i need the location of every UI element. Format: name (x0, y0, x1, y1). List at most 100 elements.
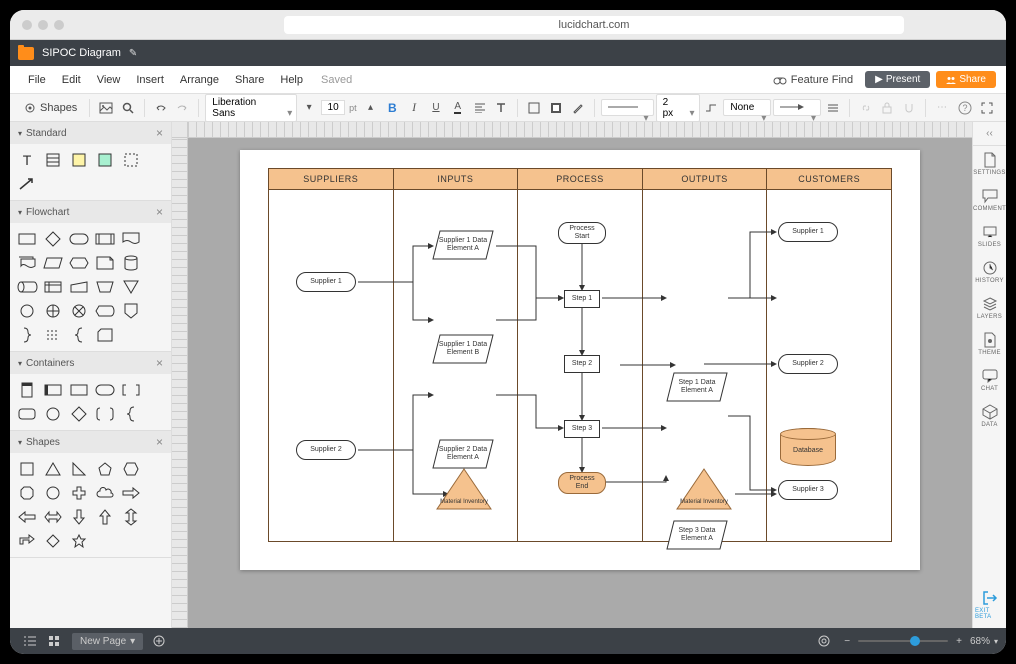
rounded-cont-shape[interactable] (16, 404, 38, 424)
grid-view-button[interactable] (42, 631, 66, 651)
pentagon-shape[interactable] (94, 459, 116, 479)
node-process-start[interactable]: Process Start (558, 222, 606, 244)
pill-cont-shape[interactable] (94, 380, 116, 400)
panel-containers-header[interactable]: Containers× (10, 352, 171, 374)
brace-open-shape[interactable] (68, 325, 90, 345)
node-input-s1a[interactable]: Supplier 1 Data Element A (432, 230, 494, 260)
data-tab[interactable]: DATA (973, 398, 1006, 434)
node-material-inventory-1[interactable]: Material Inventory (436, 468, 492, 510)
hexagon-shape[interactable] (68, 253, 90, 273)
rect-shape[interactable] (16, 229, 38, 249)
node-customer1[interactable]: Supplier 1 (778, 222, 838, 242)
menu-share[interactable]: Share (227, 74, 272, 86)
fullscreen-button[interactable] (976, 97, 998, 119)
text-shape[interactable]: T (16, 150, 38, 170)
arrow-d-shape[interactable] (68, 507, 90, 527)
arrow-ud-shape[interactable] (120, 507, 142, 527)
node-material-inventory-2[interactable]: Material Inventory (676, 468, 732, 510)
present-button[interactable]: ▶ Present (865, 71, 930, 88)
bold-button[interactable]: B (382, 97, 402, 119)
help-button[interactable]: ? (954, 97, 976, 119)
close-icon[interactable]: × (156, 356, 163, 370)
new-page-button[interactable]: New Page ▾ (72, 633, 143, 650)
line-width-select[interactable]: 2 px (656, 94, 700, 122)
merge-shape[interactable] (120, 277, 142, 297)
database-shape[interactable] (120, 253, 142, 273)
node-database[interactable]: Database (780, 428, 836, 466)
circle2-shape[interactable] (42, 483, 64, 503)
multidoc-shape[interactable] (16, 253, 38, 273)
arrow-bend-shape[interactable] (16, 531, 38, 551)
exit-beta-button[interactable]: EXIT BETA (973, 582, 1006, 628)
brace-close-shape[interactable] (16, 325, 38, 345)
zoom-in-button[interactable]: + (956, 636, 962, 647)
arrow-l-shape[interactable] (16, 507, 38, 527)
swimlane-h-shape[interactable] (42, 380, 64, 400)
magnet-button[interactable] (899, 97, 919, 119)
collapse-right-panel[interactable]: ‹‹ (973, 122, 1006, 146)
line-options-button[interactable] (823, 97, 843, 119)
arrow-r-shape[interactable] (120, 483, 142, 503)
star-shape[interactable] (68, 531, 90, 551)
chat-tab[interactable]: CHAT (973, 362, 1006, 398)
share-button[interactable]: Share (936, 71, 996, 88)
more-button[interactable]: ⋯ (932, 97, 952, 119)
slides-tab[interactable]: SLIDES (973, 218, 1006, 254)
menu-insert[interactable]: Insert (128, 74, 172, 86)
align-button[interactable] (470, 97, 490, 119)
redo-button[interactable] (173, 97, 193, 119)
document-shape[interactable] (120, 229, 142, 249)
comment-tab[interactable]: COMMENT (973, 182, 1006, 218)
shapes-button[interactable]: Shapes (18, 97, 83, 119)
brace2-cont-shape[interactable] (120, 404, 142, 424)
rtriangle-shape[interactable] (68, 459, 90, 479)
cloud-shape[interactable] (94, 483, 116, 503)
history-tab[interactable]: HISTORY (973, 254, 1006, 290)
connector-shape[interactable] (16, 301, 38, 321)
arrow-u-shape[interactable] (94, 507, 116, 527)
node-input-s2a[interactable]: Supplier 2 Data Element A (432, 439, 494, 469)
intstorage-shape[interactable] (42, 277, 64, 297)
diamond-cont-shape[interactable] (68, 404, 90, 424)
panel-standard-header[interactable]: Standard× (10, 122, 171, 144)
menu-arrange[interactable]: Arrange (172, 74, 227, 86)
canvas[interactable]: SUPPLIERS INPUTS PROCESS OUTPUTS CUSTOME… (188, 138, 972, 628)
triangle-shape[interactable] (42, 459, 64, 479)
terminator-shape[interactable] (68, 229, 90, 249)
node-supplier2[interactable]: Supplier 2 (296, 440, 356, 460)
panel-shapes-header[interactable]: Shapes× (10, 431, 171, 453)
line-style-select[interactable] (601, 99, 654, 116)
menu-view[interactable]: View (89, 74, 129, 86)
undo-button[interactable] (151, 97, 171, 119)
square-shape[interactable] (16, 459, 38, 479)
size-down[interactable]: ▾ (299, 97, 319, 119)
size-up[interactable]: ▴ (361, 97, 381, 119)
node-customer3[interactable]: Supplier 3 (778, 480, 838, 500)
image-button[interactable] (96, 97, 116, 119)
arrow-start-select[interactable]: None (723, 99, 771, 116)
edit-title-icon[interactable]: ✎ (129, 48, 137, 59)
close-icon[interactable]: × (156, 126, 163, 140)
diamond-shape[interactable] (42, 229, 64, 249)
feature-find-button[interactable]: Feature Find (767, 72, 859, 88)
panel-flowchart-header[interactable]: Flowchart× (10, 201, 171, 223)
card-shape[interactable] (94, 325, 116, 345)
circle-cont-shape[interactable] (42, 404, 64, 424)
link-button[interactable] (856, 97, 876, 119)
node-step1[interactable]: Step 1 (564, 290, 600, 308)
display-shape[interactable] (94, 301, 116, 321)
layers-tab[interactable]: LAYERS (973, 290, 1006, 326)
data-shape[interactable] (94, 253, 116, 273)
window-controls[interactable] (22, 20, 64, 30)
menu-file[interactable]: File (20, 74, 54, 86)
font-select[interactable]: Liberation Sans (205, 94, 297, 122)
target-button[interactable] (812, 631, 836, 651)
diamond2-shape[interactable] (42, 531, 64, 551)
text-options-button[interactable] (491, 97, 511, 119)
close-icon[interactable]: × (156, 205, 163, 219)
zoom-level[interactable]: 68% (970, 636, 990, 647)
arrow-end-select[interactable] (773, 99, 821, 116)
octagon-shape[interactable] (16, 483, 38, 503)
brace-cont-shape[interactable] (94, 404, 116, 424)
line-type-button[interactable] (702, 97, 722, 119)
